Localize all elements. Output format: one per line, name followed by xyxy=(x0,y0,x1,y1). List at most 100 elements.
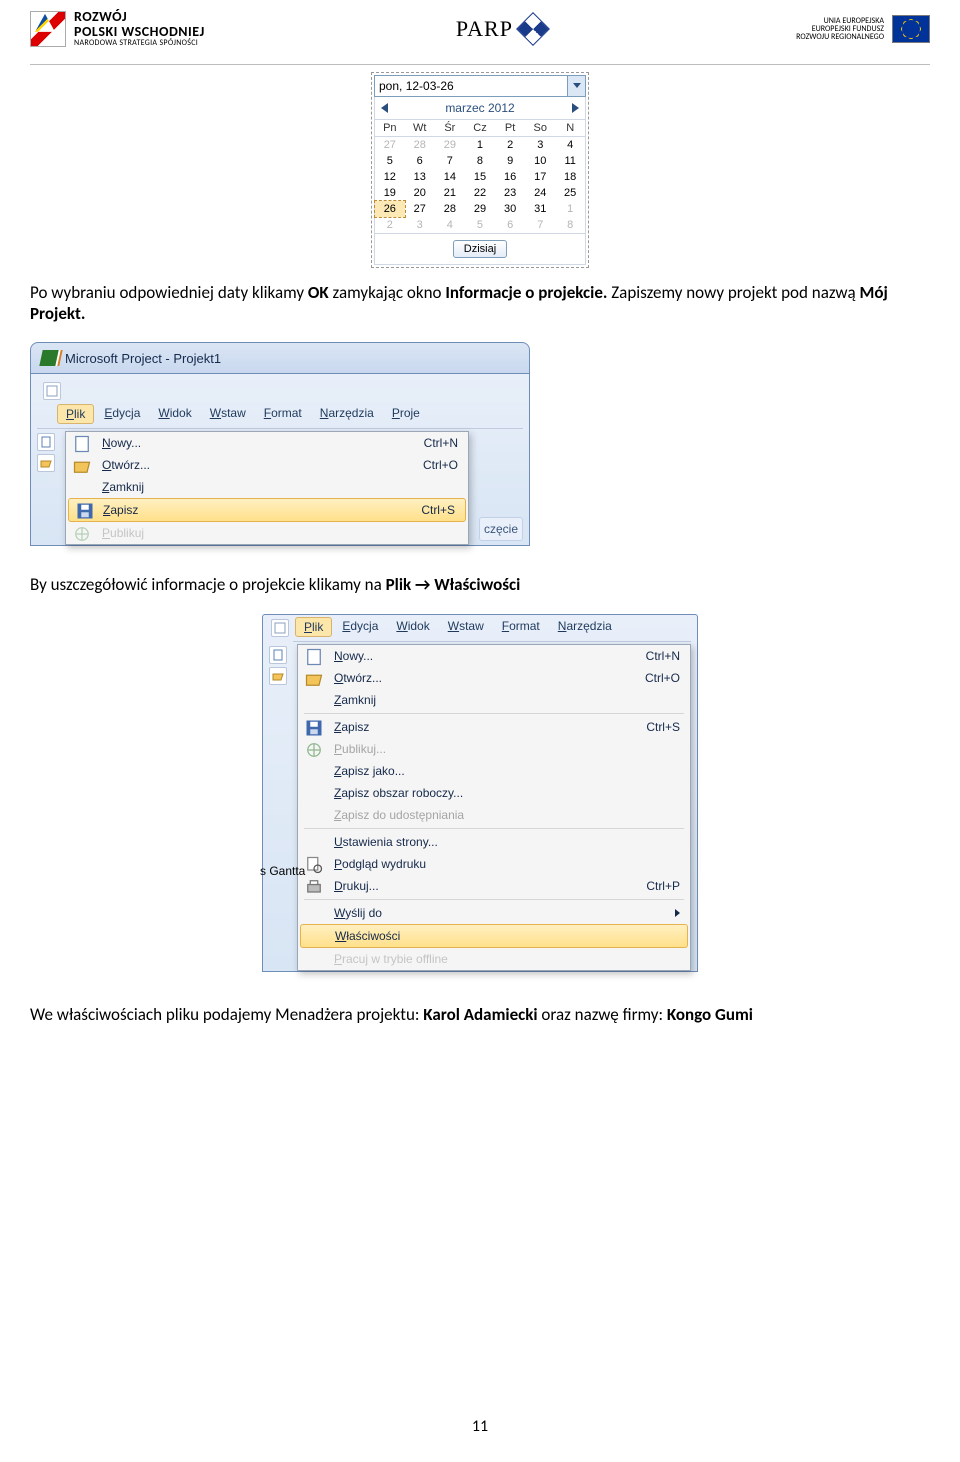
eu-line3: ROZWOJU REGIONALNEGO xyxy=(796,33,884,41)
calendar-day-cell[interactable]: 15 xyxy=(465,169,495,185)
calendar-day-cell[interactable]: 3 xyxy=(405,217,435,234)
calendar-day-header: Pt xyxy=(495,120,525,137)
menu-item-nowy-[interactable]: Nowy...Ctrl+N xyxy=(298,645,690,667)
calendar-day-cell[interactable]: 12 xyxy=(375,169,405,185)
calendar-day-cell[interactable]: 29 xyxy=(435,136,465,153)
menu-edycja[interactable]: Edycja xyxy=(96,404,148,424)
calendar-day-cell[interactable]: 7 xyxy=(525,217,555,234)
calendar-day-cell[interactable]: 24 xyxy=(525,185,555,201)
menu-item-zamknij[interactable]: Zamknij xyxy=(66,476,468,498)
menu-widok[interactable]: Widok xyxy=(150,404,199,424)
calendar-day-cell[interactable]: 4 xyxy=(435,217,465,234)
calendar-day-cell[interactable]: 5 xyxy=(465,217,495,234)
menu-wstaw[interactable]: Wstaw xyxy=(202,404,254,424)
today-button[interactable]: Dzisiaj xyxy=(453,240,507,258)
calendar-day-cell[interactable]: 5 xyxy=(375,153,405,169)
calendar-day-cell[interactable]: 19 xyxy=(375,185,405,201)
menu-item-ustawienia-strony-[interactable]: Ustawienia strony... xyxy=(298,831,690,853)
menu-item-shortcut: Ctrl+S xyxy=(646,720,680,734)
menu-item-nowy-[interactable]: Nowy...Ctrl+N xyxy=(66,432,468,454)
calendar-day-cell[interactable]: 13 xyxy=(405,169,435,185)
calendar-day-header: Śr xyxy=(435,120,465,137)
calendar-day-cell[interactable]: 14 xyxy=(435,169,465,185)
calendar-day-cell[interactable]: 3 xyxy=(525,136,555,153)
menu-proje[interactable]: Proje xyxy=(384,404,428,424)
menu-item-publikuj: Publikuj xyxy=(66,522,468,544)
calendar-day-cell[interactable]: 6 xyxy=(495,217,525,234)
calendar-day-cell[interactable]: 30 xyxy=(495,201,525,217)
date-picker[interactable]: marzec 2012 PnWtŚrCzPtSoN 27282912345678… xyxy=(371,72,589,268)
prev-month-button[interactable] xyxy=(381,103,388,113)
calendar-day-cell[interactable]: 7 xyxy=(435,153,465,169)
calendar-day-cell[interactable]: 8 xyxy=(555,217,585,234)
toolbar-icon[interactable] xyxy=(271,619,289,637)
calendar-day-cell[interactable]: 28 xyxy=(435,201,465,217)
calendar-day-header: So xyxy=(525,120,555,137)
calendar-day-cell[interactable]: 2 xyxy=(495,136,525,153)
menu-narzędzia[interactable]: Narzędzia xyxy=(312,404,382,424)
open-icon xyxy=(304,670,324,688)
menu-item-podgląd-wydruku[interactable]: Podgląd wydruku xyxy=(298,853,690,875)
open-icon[interactable] xyxy=(37,454,55,472)
menu-item-wyślij-do[interactable]: Wyślij do xyxy=(298,902,690,924)
menubar[interactable]: PlikEdycjaWidokWstawFormatNarzędziaProje xyxy=(37,402,523,429)
menu-item-zapisz[interactable]: ZapiszCtrl+S xyxy=(68,498,466,522)
menubar[interactable]: PlikEdycjaWidokWstawFormatNarzędzia xyxy=(293,615,691,642)
calendar-day-cell[interactable]: 1 xyxy=(465,136,495,153)
calendar-day-cell[interactable]: 25 xyxy=(555,185,585,201)
calendar-day-cell[interactable]: 23 xyxy=(495,185,525,201)
calendar-grid[interactable]: PnWtŚrCzPtSoN 27282912345678910111213141… xyxy=(374,120,586,234)
menu-item-zapisz-obszar-roboczy-[interactable]: Zapisz obszar roboczy... xyxy=(298,782,690,804)
calendar-day-cell[interactable]: 26 xyxy=(375,201,405,217)
calendar-day-cell[interactable]: 4 xyxy=(555,136,585,153)
calendar-day-cell[interactable]: 21 xyxy=(435,185,465,201)
print-icon xyxy=(304,878,324,896)
calendar-day-cell[interactable]: 27 xyxy=(405,201,435,217)
menu-widok[interactable]: Widok xyxy=(388,617,437,637)
menu-item-otwórz-[interactable]: Otwórz...Ctrl+O xyxy=(298,667,690,689)
menu-plik[interactable]: Plik xyxy=(57,404,94,424)
date-dropdown-button[interactable] xyxy=(567,76,585,96)
menu-item-drukuj-[interactable]: Drukuj...Ctrl+P xyxy=(298,875,690,897)
calendar-day-cell[interactable]: 1 xyxy=(555,201,585,217)
calendar-day-cell[interactable]: 27 xyxy=(375,136,405,153)
submenu-arrow-icon xyxy=(675,909,680,917)
calendar-day-cell[interactable]: 29 xyxy=(465,201,495,217)
calendar-day-header: Pn xyxy=(375,120,405,137)
calendar-day-cell[interactable]: 10 xyxy=(525,153,555,169)
menu-format[interactable]: Format xyxy=(494,617,548,637)
menu-item-otwórz-[interactable]: Otwórz...Ctrl+O xyxy=(66,454,468,476)
menu-item-zamknij[interactable]: Zamknij xyxy=(298,689,690,711)
file-menu-dropdown[interactable]: Nowy...Ctrl+NOtwórz...Ctrl+OZamknijZapis… xyxy=(65,431,469,545)
calendar-day-cell[interactable]: 2 xyxy=(375,217,405,234)
date-input[interactable] xyxy=(375,76,567,96)
menu-item-zapisz[interactable]: ZapiszCtrl+S xyxy=(298,716,690,738)
menu-format[interactable]: Format xyxy=(256,404,310,424)
calendar-day-cell[interactable]: 11 xyxy=(555,153,585,169)
menu-edycja[interactable]: Edycja xyxy=(334,617,386,637)
menu-wstaw[interactable]: Wstaw xyxy=(440,617,492,637)
calendar-day-cell[interactable]: 18 xyxy=(555,169,585,185)
page-number: 11 xyxy=(0,1417,960,1436)
next-month-button[interactable] xyxy=(572,103,579,113)
calendar-day-cell[interactable]: 22 xyxy=(465,185,495,201)
calendar-day-cell[interactable]: 28 xyxy=(405,136,435,153)
new-icon xyxy=(72,435,92,453)
menu-item-właściwości[interactable]: Właściwości xyxy=(300,924,688,948)
file-menu-dropdown[interactable]: Nowy...Ctrl+NOtwórz...Ctrl+OZamknij Zapis… xyxy=(297,644,691,971)
toolbar-icon[interactable] xyxy=(43,382,61,400)
menu-item-zapisz-jako-[interactable]: Zapisz jako... xyxy=(298,760,690,782)
calendar-day-cell[interactable]: 6 xyxy=(405,153,435,169)
new-icon[interactable] xyxy=(37,433,55,451)
menu-narzędzia[interactable]: Narzędzia xyxy=(550,617,620,637)
save-icon xyxy=(304,719,324,737)
open-icon[interactable] xyxy=(269,667,287,685)
calendar-day-cell[interactable]: 16 xyxy=(495,169,525,185)
calendar-day-cell[interactable]: 20 xyxy=(405,185,435,201)
calendar-day-cell[interactable]: 17 xyxy=(525,169,555,185)
menu-plik[interactable]: Plik xyxy=(295,617,332,637)
calendar-day-cell[interactable]: 31 xyxy=(525,201,555,217)
calendar-day-cell[interactable]: 9 xyxy=(495,153,525,169)
calendar-day-cell[interactable]: 8 xyxy=(465,153,495,169)
new-icon[interactable] xyxy=(269,646,287,664)
